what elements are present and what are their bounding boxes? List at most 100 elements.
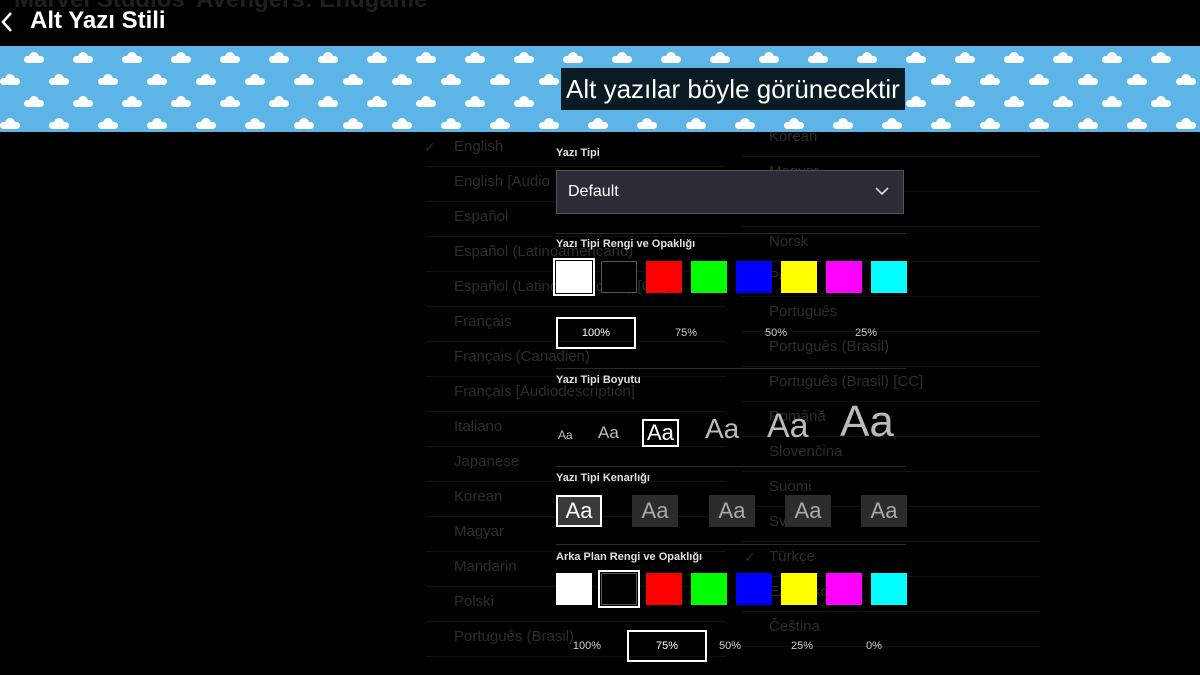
cloud-decoration bbox=[465, 96, 485, 107]
opacity-option[interactable]: 0% bbox=[834, 630, 914, 662]
color-swatch[interactable] bbox=[691, 573, 727, 605]
font-size-option[interactable]: Aa bbox=[767, 409, 809, 443]
opacity-option[interactable]: 25% bbox=[826, 317, 906, 349]
cloud-decoration bbox=[539, 118, 559, 129]
cloud-decoration bbox=[245, 118, 265, 129]
divider bbox=[556, 544, 906, 545]
cloud-decoration bbox=[563, 52, 583, 63]
cloud-decoration bbox=[318, 96, 338, 107]
cloud-decoration bbox=[490, 74, 510, 85]
cloud-decoration bbox=[24, 52, 44, 63]
cloud-decoration bbox=[1102, 96, 1122, 107]
color-swatch[interactable] bbox=[691, 261, 727, 293]
cloud-decoration bbox=[1176, 74, 1196, 85]
color-swatch[interactable] bbox=[736, 261, 772, 293]
font-size-option[interactable]: Aa bbox=[598, 424, 619, 441]
opacity-option[interactable]: 100% bbox=[556, 317, 636, 349]
font-label: Yazı Tipi bbox=[556, 147, 600, 159]
cloud-decoration bbox=[441, 74, 461, 85]
font-dropdown[interactable]: Default bbox=[556, 170, 904, 214]
cloud-decoration bbox=[24, 96, 44, 107]
cloud-decoration bbox=[759, 52, 779, 63]
color-swatch[interactable] bbox=[646, 573, 682, 605]
language-label: Mandarin bbox=[454, 558, 517, 575]
cloud-decoration bbox=[98, 74, 118, 85]
divider bbox=[556, 466, 906, 467]
cloud-decoration bbox=[1029, 74, 1049, 85]
font-size-option[interactable]: Aa bbox=[840, 400, 894, 444]
opacity-option[interactable]: 100% bbox=[547, 630, 627, 662]
cloud-decoration bbox=[392, 118, 412, 129]
cloud-decoration bbox=[882, 118, 902, 129]
color-swatch[interactable] bbox=[781, 573, 817, 605]
cloud-decoration bbox=[343, 74, 363, 85]
cloud-decoration bbox=[637, 118, 657, 129]
cloud-decoration bbox=[0, 74, 20, 85]
cloud-decoration bbox=[1127, 118, 1147, 129]
language-label: Français bbox=[454, 313, 512, 330]
color-swatch[interactable] bbox=[553, 258, 595, 296]
preview-subtitle-text: Alt yazılar böyle görünecektir bbox=[561, 68, 905, 110]
font-edge-option[interactable]: Aa bbox=[785, 495, 831, 527]
cloud-decoration bbox=[980, 118, 1000, 129]
language-label: English [Audio bbox=[454, 173, 550, 190]
color-swatch[interactable] bbox=[736, 573, 772, 605]
font-size-option[interactable]: Aa bbox=[642, 419, 679, 447]
font-size-option[interactable]: Aa bbox=[558, 429, 573, 441]
font-dropdown-value: Default bbox=[568, 183, 619, 200]
color-swatch[interactable] bbox=[646, 261, 682, 293]
cloud-decoration bbox=[147, 74, 167, 85]
font-edge-option[interactable]: Aa bbox=[709, 495, 755, 527]
color-swatch[interactable] bbox=[601, 261, 637, 293]
subtitle-preview: Alt yazılar böyle görünecektir bbox=[0, 46, 1200, 132]
cloud-decoration bbox=[661, 52, 681, 63]
cloud-decoration bbox=[465, 52, 485, 63]
font-size-option[interactable]: Aa bbox=[705, 415, 739, 443]
color-swatch[interactable] bbox=[781, 261, 817, 293]
cloud-decoration bbox=[343, 118, 363, 129]
font-edge-option[interactable]: Aa bbox=[632, 495, 678, 527]
divider bbox=[556, 233, 906, 234]
cloud-decoration bbox=[1004, 52, 1024, 63]
cloud-decoration bbox=[220, 52, 240, 63]
cloud-decoration bbox=[1078, 118, 1098, 129]
cloud-decoration bbox=[245, 74, 265, 85]
cloud-decoration bbox=[73, 96, 93, 107]
language-list-item[interactable]: ✓ Türkçe bbox=[742, 542, 1040, 577]
cloud-decoration bbox=[1176, 118, 1196, 129]
cloud-decoration bbox=[784, 118, 804, 129]
cloud-decoration bbox=[367, 96, 387, 107]
cloud-decoration bbox=[1102, 52, 1122, 63]
color-swatch[interactable] bbox=[871, 573, 907, 605]
color-swatch[interactable] bbox=[826, 261, 862, 293]
font-edge-option[interactable]: Aa bbox=[556, 495, 602, 527]
color-swatch[interactable] bbox=[556, 573, 592, 605]
language-label: Italiano bbox=[454, 418, 503, 435]
cloud-decoration bbox=[735, 118, 755, 129]
language-list-item[interactable]: Italiano bbox=[426, 412, 726, 447]
font-color-label: Yazı Tipi Rengi ve Opaklığı bbox=[556, 238, 696, 250]
color-swatch[interactable] bbox=[871, 261, 907, 293]
opacity-option[interactable]: 75% bbox=[646, 317, 726, 349]
cloud-decoration bbox=[147, 118, 167, 129]
opacity-option[interactable]: 50% bbox=[736, 317, 816, 349]
chevron-left-icon[interactable] bbox=[0, 10, 16, 34]
cloud-decoration bbox=[710, 52, 730, 63]
opacity-option[interactable]: 25% bbox=[762, 630, 842, 662]
language-label: Japanese bbox=[454, 453, 520, 470]
chevron-down-icon bbox=[875, 187, 889, 196]
cloud-decoration bbox=[514, 52, 534, 63]
color-swatch[interactable] bbox=[826, 573, 862, 605]
divider bbox=[556, 368, 906, 369]
cloud-decoration bbox=[931, 74, 951, 85]
cloud-decoration bbox=[857, 52, 877, 63]
opacity-option[interactable]: 50% bbox=[690, 630, 770, 662]
language-label: English bbox=[454, 138, 504, 155]
page-title: Alt Yazı Stili bbox=[30, 7, 166, 34]
color-swatch[interactable] bbox=[598, 570, 640, 608]
font-edge-option[interactable]: Aa bbox=[861, 495, 907, 527]
cloud-decoration bbox=[171, 96, 191, 107]
cloud-decoration bbox=[1151, 52, 1171, 63]
font-size-label: Yazı Tipi Boyutu bbox=[556, 374, 641, 386]
language-label: Español bbox=[454, 208, 509, 225]
